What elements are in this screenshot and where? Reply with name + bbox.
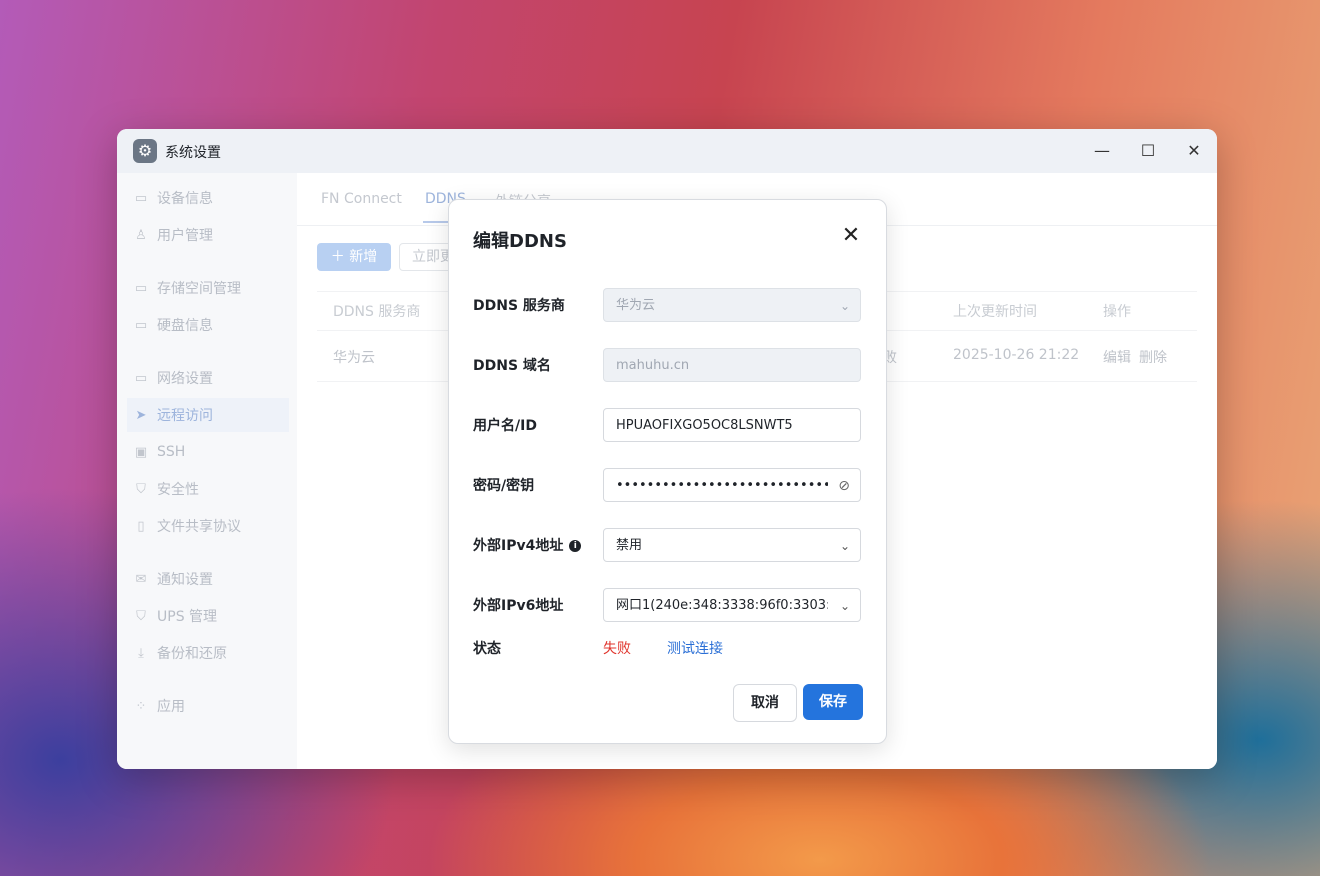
- dialog-close-button[interactable]: ✕: [839, 224, 863, 248]
- chevron-down-icon: ⌄: [839, 599, 850, 613]
- column-header-actions: 操作: [1103, 304, 1131, 320]
- domain-label: DDNS 域名: [473, 358, 551, 374]
- sidebar-item-file-sharing[interactable]: ▯ 文件共享协议: [127, 509, 289, 543]
- ipv6-select[interactable]: 网口1(240e:348:3338:96f0:3303:4bc ⌄: [603, 588, 861, 622]
- cell-last-update: 2025-10-26 21:22: [953, 347, 1080, 363]
- sidebar-item-apps[interactable]: ⁘ 应用: [127, 689, 289, 723]
- password-value: •••••••••••••••••••••••••••••••••••••: [616, 478, 828, 493]
- chevron-down-icon: ⌄: [839, 299, 850, 313]
- cell-provider: 华为云: [333, 350, 375, 366]
- domain-field: mahuhu.cn: [603, 348, 861, 382]
- network-icon: ▭: [134, 370, 148, 386]
- ipv4-value: 禁用: [616, 538, 643, 553]
- ipv6-value: 网口1(240e:348:3338:96f0:3303:4bc: [616, 598, 828, 613]
- backup-icon: ⤓: [138, 645, 144, 661]
- terminal-icon: ▣: [134, 444, 148, 460]
- sidebar-item-label: 备份和还原: [157, 646, 227, 662]
- sidebar-item-label: SSH: [157, 444, 186, 460]
- dialog-title: 编辑DDNS: [473, 231, 567, 252]
- settings-gear-icon: ⚙: [133, 139, 157, 163]
- sidebar-item-device-info[interactable]: ▭ 设备信息: [127, 181, 289, 215]
- ipv6-label: 外部IPv6地址: [473, 598, 564, 614]
- username-value: HPUAOFIXGO5OC8LSNWT5: [616, 418, 793, 433]
- sidebar-item-label: 安全性: [157, 482, 199, 498]
- sidebar-item-user-management[interactable]: ♙ 用户管理: [127, 218, 289, 252]
- storage-icon: ▭: [134, 280, 148, 296]
- send-icon: ➤: [135, 407, 147, 423]
- delete-link[interactable]: 删除: [1139, 347, 1167, 367]
- ipv4-label-text: 外部IPv4地址: [473, 538, 564, 554]
- sidebar-item-storage[interactable]: ▭ 存储空间管理: [127, 271, 289, 305]
- apps-icon: ⁘: [135, 698, 147, 714]
- sidebar-item-notifications[interactable]: ✉ 通知设置: [127, 562, 289, 596]
- sidebar-item-network[interactable]: ▭ 网络设置: [127, 361, 289, 395]
- user-icon: ♙: [135, 227, 147, 243]
- provider-label: DDNS 服务商: [473, 298, 565, 314]
- sidebar-item-label: 网络设置: [157, 371, 213, 387]
- add-button[interactable]: ＋ 新增: [317, 243, 391, 271]
- sidebar-item-label: 设备信息: [157, 191, 213, 207]
- file-icon: ▯: [137, 518, 145, 534]
- provider-select: 华为云 ⌄: [603, 288, 861, 322]
- cancel-button[interactable]: 取消: [733, 684, 797, 722]
- sidebar: ▭ 设备信息 ♙ 用户管理 ▭ 存储空间管理 ▭ 硬盘信息 ▭ 网络设置 ➤ 远…: [117, 173, 297, 769]
- ipv4-label: 外部IPv4地址 i: [473, 535, 582, 555]
- sidebar-item-backup[interactable]: ⤓ 备份和还原: [127, 636, 289, 670]
- sidebar-item-label: 通知设置: [157, 572, 213, 588]
- info-icon[interactable]: i: [569, 540, 582, 552]
- disk-icon: ▭: [134, 190, 148, 206]
- hdd-icon: ▭: [134, 317, 148, 333]
- ipv4-select[interactable]: 禁用 ⌄: [603, 528, 861, 562]
- sidebar-item-label: 用户管理: [157, 228, 213, 244]
- sidebar-item-security[interactable]: ⛉ 安全性: [127, 472, 289, 506]
- window-title: 系统设置: [165, 145, 221, 161]
- sidebar-item-label: 存储空间管理: [157, 281, 241, 297]
- eye-slash-icon[interactable]: ⊘: [838, 469, 850, 501]
- sidebar-item-label: UPS 管理: [157, 609, 218, 625]
- column-header-provider: DDNS 服务商: [333, 304, 421, 320]
- shield-icon: ⛉: [136, 481, 146, 497]
- status-value: 失败: [603, 641, 631, 657]
- save-button[interactable]: 保存: [803, 684, 863, 720]
- edit-link[interactable]: 编辑: [1103, 347, 1131, 367]
- sidebar-item-ssh[interactable]: ▣ SSH: [127, 435, 289, 469]
- username-label: 用户名/ID: [473, 418, 537, 434]
- sidebar-item-label: 文件共享协议: [157, 519, 241, 535]
- username-input[interactable]: HPUAOFIXGO5OC8LSNWT5: [603, 408, 861, 442]
- provider-value: 华为云: [616, 298, 656, 313]
- password-label: 密码/密钥: [473, 478, 535, 494]
- tab-fn-connect[interactable]: FN Connect: [321, 191, 402, 207]
- minimize-button[interactable]: —: [1087, 137, 1117, 165]
- maximize-button[interactable]: ☐: [1133, 137, 1163, 165]
- password-input[interactable]: ••••••••••••••••••••••••••••••••••••• ⊘: [603, 468, 861, 502]
- mail-icon: ✉: [135, 571, 147, 587]
- status-label: 状态: [473, 641, 501, 657]
- test-connection-link[interactable]: 测试连接: [667, 638, 723, 658]
- domain-value: mahuhu.cn: [616, 358, 690, 373]
- sidebar-item-label: 应用: [157, 699, 185, 715]
- sidebar-item-label: 远程访问: [157, 408, 213, 424]
- column-header-last-update: 上次更新时间: [953, 304, 1037, 320]
- edit-ddns-dialog: 编辑DDNS ✕ DDNS 服务商 华为云 ⌄ DDNS 域名 mahuhu.c…: [448, 199, 887, 744]
- chevron-down-icon: ⌄: [839, 539, 850, 553]
- sidebar-item-label: 硬盘信息: [157, 318, 213, 334]
- ups-icon: ⛉: [136, 608, 146, 624]
- sidebar-item-ups[interactable]: ⛉ UPS 管理: [127, 599, 289, 633]
- sidebar-item-remote-access[interactable]: ➤ 远程访问: [127, 398, 289, 432]
- title-bar: ⚙ 系统设置 — ☐ ✕: [117, 129, 1217, 173]
- sidebar-item-hdd-info[interactable]: ▭ 硬盘信息: [127, 308, 289, 342]
- close-window-button[interactable]: ✕: [1179, 137, 1209, 165]
